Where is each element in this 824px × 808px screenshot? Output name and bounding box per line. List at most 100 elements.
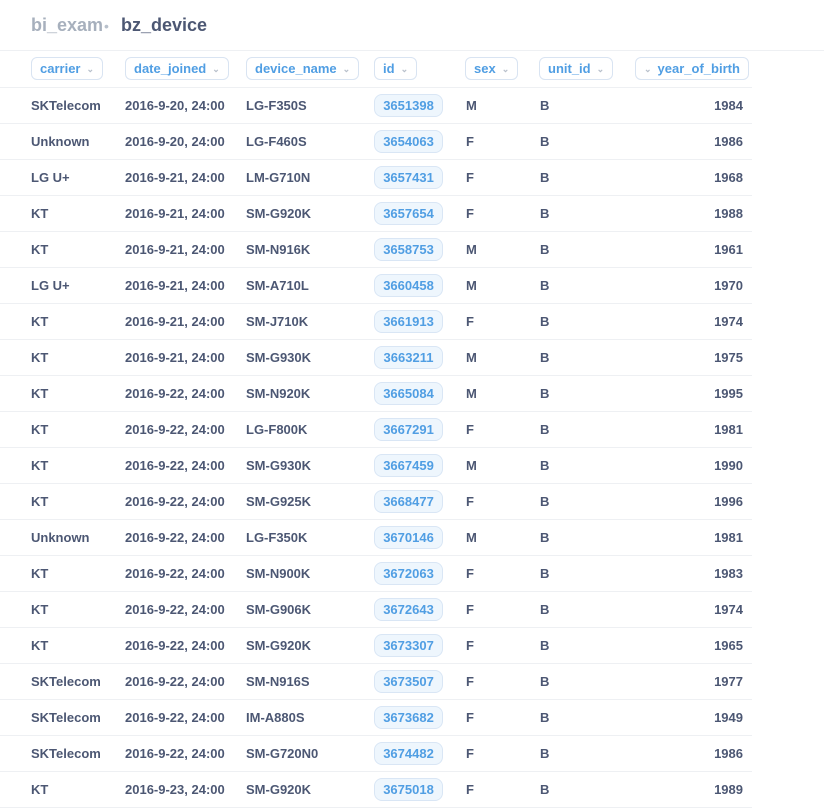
cell-sex: F	[466, 638, 474, 653]
chevron-down-icon: ⌄	[501, 64, 510, 74]
cell-id[interactable]: 3673307	[374, 634, 443, 657]
cell-date-joined: 2016-9-21, 24:00	[125, 350, 225, 365]
cell-date-joined: 2016-9-22, 24:00	[125, 458, 225, 473]
cell-id[interactable]: 3672643	[374, 598, 443, 621]
cell-date-joined: 2016-9-20, 24:00	[125, 98, 225, 113]
cell-id[interactable]: 3675018	[374, 778, 443, 801]
cell-year-of-birth: 1995	[714, 386, 743, 401]
column-label: year_of_birth	[657, 61, 740, 76]
cell-id[interactable]: 3673507	[374, 670, 443, 693]
column-header-year-of-birth[interactable]: ⌄ year_of_birth	[635, 57, 749, 80]
cell-sex: F	[466, 206, 474, 221]
table-row: KT 2016-9-23, 24:00 SM-G920K 3675018 F B 1989	[0, 772, 752, 808]
cell-sex: F	[466, 710, 474, 725]
cell-device-name: SM-G920K	[246, 638, 312, 653]
cell-id[interactable]: 3673682	[374, 706, 443, 729]
table-row: KT 2016-9-21, 24:00 SM-G930K 3663211 M B 1975	[0, 340, 752, 376]
cell-sex: F	[466, 134, 474, 149]
cell-id[interactable]: 3665084	[374, 382, 443, 405]
table-row: KT 2016-9-22, 24:00 SM-G925K 3668477 F B 1996	[0, 484, 752, 520]
cell-carrier: KT	[31, 782, 49, 797]
column-header-sex[interactable]: sex ⌄	[465, 57, 519, 80]
cell-device-name: SM-N916K	[246, 242, 311, 257]
cell-id[interactable]: 3651398	[374, 94, 443, 117]
cell-id[interactable]: 3668477	[374, 490, 443, 513]
cell-year-of-birth: 1974	[714, 314, 743, 329]
cell-year-of-birth: 1970	[714, 278, 743, 293]
cell-id[interactable]: 3667291	[374, 418, 443, 441]
data-table: carrier ⌄ date_joined ⌄ device_name ⌄ id ⌄ s…	[0, 51, 752, 808]
table-row: KT 2016-9-22, 24:00 SM-N920K 3665084 M B 1995	[0, 376, 752, 412]
cell-date-joined: 2016-9-20, 24:00	[125, 134, 225, 149]
cell-unit-id: B	[540, 566, 550, 581]
cell-sex: M	[466, 242, 477, 257]
cell-id[interactable]: 3657654	[374, 202, 443, 225]
cell-sex: F	[466, 422, 474, 437]
cell-unit-id: B	[540, 314, 550, 329]
cell-id[interactable]: 3663211	[374, 346, 443, 369]
cell-sex: F	[466, 674, 474, 689]
breadcrumb-separator: •	[104, 18, 109, 34]
cell-date-joined: 2016-9-22, 24:00	[125, 422, 225, 437]
cell-id[interactable]: 3667459	[374, 454, 443, 477]
cell-unit-id: B	[540, 638, 550, 653]
cell-device-name: SM-A710L	[246, 278, 309, 293]
breadcrumb-database[interactable]: bi_exam	[31, 15, 103, 36]
cell-id[interactable]: 3657431	[374, 166, 443, 189]
cell-carrier: Unknown	[31, 134, 90, 149]
cell-unit-id: B	[540, 278, 550, 293]
cell-unit-id: B	[540, 170, 550, 185]
table-row: SKTelecom 2016-9-20, 24:00 LG-F350S 3651398…	[0, 88, 752, 124]
cell-date-joined: 2016-9-21, 24:00	[125, 206, 225, 221]
column-header-unit-id[interactable]: unit_id ⌄	[539, 57, 614, 80]
cell-device-name: SM-J710K	[246, 314, 309, 329]
cell-device-name: SM-G920K	[246, 206, 312, 221]
cell-device-name: SM-N916S	[246, 674, 310, 689]
table-row: KT 2016-9-21, 24:00 SM-J710K 3661913 F B 1974	[0, 304, 752, 340]
cell-unit-id: B	[540, 602, 550, 617]
cell-year-of-birth: 1981	[714, 422, 743, 437]
cell-date-joined: 2016-9-22, 24:00	[125, 530, 225, 545]
cell-date-joined: 2016-9-22, 24:00	[125, 386, 225, 401]
column-label: id	[383, 61, 395, 76]
cell-id[interactable]: 3674482	[374, 742, 443, 765]
cell-id[interactable]: 3654063	[374, 130, 443, 153]
table-row: Unknown 2016-9-22, 24:00 LG-F350K 3670146 M B…	[0, 520, 752, 556]
cell-device-name: LG-F800K	[246, 422, 308, 437]
cell-device-name: SM-G930K	[246, 350, 312, 365]
cell-device-name: SM-N920K	[246, 386, 311, 401]
cell-date-joined: 2016-9-22, 24:00	[125, 746, 225, 761]
cell-id[interactable]: 3658753	[374, 238, 443, 261]
cell-carrier: SKTelecom	[31, 746, 101, 761]
table-row: LG U+ 2016-9-21, 24:00 SM-A710L 3660458 M B 19…	[0, 268, 752, 304]
column-header-carrier[interactable]: carrier ⌄	[31, 57, 104, 80]
table-row: SKTelecom 2016-9-22, 24:00 IM-A880S 3673682…	[0, 700, 752, 736]
cell-id[interactable]: 3661913	[374, 310, 443, 333]
cell-carrier: SKTelecom	[31, 674, 101, 689]
cell-device-name: LG-F460S	[246, 134, 307, 149]
page-header: bi_exam • bz_device	[0, 0, 824, 51]
table-row: SKTelecom 2016-9-22, 24:00 SM-N916S 3673507…	[0, 664, 752, 700]
cell-carrier: Unknown	[31, 530, 90, 545]
cell-date-joined: 2016-9-22, 24:00	[125, 710, 225, 725]
cell-unit-id: B	[540, 674, 550, 689]
cell-id[interactable]: 3672063	[374, 562, 443, 585]
cell-unit-id: B	[540, 458, 550, 473]
column-header-device-name[interactable]: device_name ⌄	[246, 57, 360, 80]
cell-date-joined: 2016-9-22, 24:00	[125, 638, 225, 653]
cell-year-of-birth: 1949	[714, 710, 743, 725]
column-header-date-joined[interactable]: date_joined ⌄	[125, 57, 229, 80]
cell-carrier: KT	[31, 422, 49, 437]
cell-id[interactable]: 3670146	[374, 526, 443, 549]
column-header-id[interactable]: id ⌄	[374, 57, 418, 80]
chevron-down-icon: ⌄	[86, 64, 95, 74]
table-row: KT 2016-9-22, 24:00 SM-N900K 3672063 F B 1983	[0, 556, 752, 592]
cell-id[interactable]: 3660458	[374, 274, 443, 297]
cell-carrier: KT	[31, 242, 49, 257]
cell-year-of-birth: 1983	[714, 566, 743, 581]
cell-device-name: SM-N900K	[246, 566, 311, 581]
cell-unit-id: B	[540, 746, 550, 761]
cell-year-of-birth: 1968	[714, 170, 743, 185]
breadcrumb-table: bz_device	[121, 15, 208, 35]
table-row: KT 2016-9-22, 24:00 SM-G906K 3672643 F B 1974	[0, 592, 752, 628]
